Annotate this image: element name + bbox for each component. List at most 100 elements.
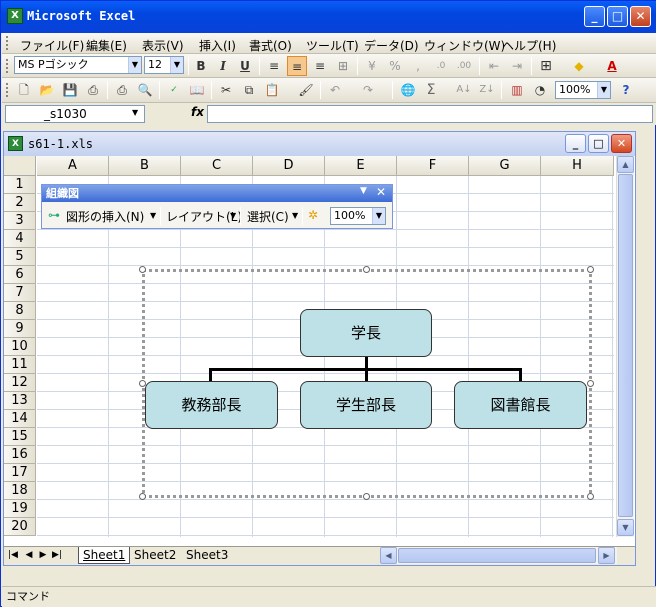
row-header[interactable]: 5 bbox=[4, 248, 36, 266]
resize-handle[interactable] bbox=[363, 493, 370, 500]
row-header[interactable]: 3 bbox=[4, 212, 36, 230]
resize-handle[interactable] bbox=[139, 493, 146, 500]
fill-color-icon[interactable]: ◆ bbox=[569, 56, 589, 76]
new-file-icon[interactable]: 🗋 bbox=[14, 80, 34, 100]
resize-handle[interactable] bbox=[139, 266, 146, 273]
resize-handle[interactable] bbox=[587, 266, 594, 273]
row-header[interactable]: 19 bbox=[4, 500, 36, 518]
resize-handle[interactable] bbox=[587, 493, 594, 500]
autoformat-icon[interactable]: ✲ bbox=[308, 208, 318, 222]
horizontal-scroll-thumb[interactable] bbox=[398, 548, 596, 563]
print-icon[interactable]: ⎙ bbox=[112, 80, 132, 100]
open-folder-icon[interactable]: 📂 bbox=[37, 80, 57, 100]
row-header[interactable]: 20 bbox=[4, 518, 36, 536]
hyperlink-icon[interactable]: 🌐 bbox=[398, 80, 418, 100]
vertical-scroll-thumb[interactable] bbox=[618, 174, 633, 517]
sheet-tab-1[interactable]: Sheet1 bbox=[78, 547, 131, 564]
minimize-button[interactable]: _ bbox=[584, 6, 605, 27]
prev-sheet-icon[interactable]: ◀ bbox=[24, 550, 34, 560]
column-header[interactable]: B bbox=[109, 156, 181, 176]
toolbar-grip[interactable] bbox=[6, 59, 9, 73]
row-header[interactable]: 6 bbox=[4, 266, 36, 284]
permission-icon[interactable]: ⎙ bbox=[83, 80, 103, 100]
autosum-icon[interactable]: Σ bbox=[421, 80, 441, 100]
font-color-icon[interactable]: A bbox=[602, 56, 622, 76]
formula-input[interactable] bbox=[207, 105, 653, 123]
excel-app-icon[interactable]: X bbox=[7, 8, 23, 24]
scroll-down-icon[interactable]: ▼ bbox=[617, 519, 634, 536]
chevron-down-icon[interactable]: ▼ bbox=[170, 57, 183, 73]
menu-insert[interactable]: 挿入(I) bbox=[195, 35, 240, 56]
currency-icon[interactable]: ¥ bbox=[362, 56, 382, 76]
decrease-indent-icon[interactable]: ⇤ bbox=[484, 56, 504, 76]
column-header[interactable]: A bbox=[37, 156, 109, 176]
row-header[interactable]: 14 bbox=[4, 410, 36, 428]
underline-button[interactable]: U bbox=[235, 56, 255, 76]
scroll-up-icon[interactable]: ▲ bbox=[617, 156, 634, 173]
name-box[interactable]: _s1030 bbox=[5, 105, 145, 123]
insert-shape-button[interactable]: 図形の挿入(N) bbox=[66, 208, 144, 225]
last-sheet-icon[interactable]: ▶| bbox=[52, 550, 62, 560]
save-icon[interactable]: 💾 bbox=[60, 80, 80, 100]
row-header[interactable]: 15 bbox=[4, 428, 36, 446]
chevron-down-icon[interactable]: ▼ bbox=[597, 82, 610, 98]
copy-icon[interactable]: ⧉ bbox=[239, 80, 259, 100]
increase-indent-icon[interactable]: ⇥ bbox=[507, 56, 527, 76]
menu-data[interactable]: データ(D) bbox=[360, 35, 423, 56]
maximize-button[interactable]: □ bbox=[607, 6, 628, 27]
column-header[interactable]: H bbox=[541, 156, 614, 176]
zoom-combo[interactable]: 100% ▼ bbox=[555, 81, 611, 99]
org-zoom-combo[interactable]: 100% ▼ bbox=[330, 207, 386, 225]
merge-center-icon[interactable]: ⊞ bbox=[333, 56, 353, 76]
row-header[interactable]: 4 bbox=[4, 230, 36, 248]
row-header[interactable]: 9 bbox=[4, 320, 36, 338]
chevron-down-icon[interactable]: ▼ bbox=[128, 57, 141, 73]
row-header[interactable]: 13 bbox=[4, 392, 36, 410]
resize-handle[interactable] bbox=[587, 380, 594, 387]
row-header[interactable]: 10 bbox=[4, 338, 36, 356]
print-preview-icon[interactable]: 🔍 bbox=[135, 80, 155, 100]
sort-descending-icon[interactable]: Z↓ bbox=[477, 80, 497, 100]
column-header[interactable]: F bbox=[397, 156, 469, 176]
workbook-restore-button[interactable]: □ bbox=[588, 134, 609, 153]
italic-button[interactable]: I bbox=[213, 56, 233, 76]
row-header[interactable]: 8 bbox=[4, 302, 36, 320]
scroll-left-icon[interactable]: ◀ bbox=[380, 547, 397, 564]
column-header[interactable]: D bbox=[253, 156, 325, 176]
scroll-right-icon[interactable]: ▶ bbox=[598, 547, 615, 564]
chart-wizard-icon[interactable]: ▥ bbox=[507, 80, 527, 100]
redo-icon[interactable]: ↷ bbox=[358, 80, 378, 100]
sheet-tab-2[interactable]: Sheet2 bbox=[130, 547, 180, 564]
workbook-minimize-button[interactable]: _ bbox=[565, 134, 586, 153]
row-header[interactable]: 17 bbox=[4, 464, 36, 482]
sort-ascending-icon[interactable]: A↓ bbox=[454, 80, 474, 100]
menu-file[interactable]: ファイル(F) bbox=[16, 35, 88, 56]
next-sheet-icon[interactable]: ▶ bbox=[38, 550, 48, 560]
org-node-root[interactable]: 学長 bbox=[300, 309, 432, 357]
menu-tools[interactable]: ツール(T) bbox=[302, 35, 363, 56]
align-center-icon[interactable]: ≡ bbox=[287, 56, 307, 76]
org-node-child[interactable]: 図書館長 bbox=[454, 381, 587, 429]
undo-icon[interactable]: ↶ bbox=[325, 80, 345, 100]
bold-button[interactable]: B bbox=[191, 56, 211, 76]
row-header[interactable]: 7 bbox=[4, 284, 36, 302]
format-painter-icon[interactable]: 🖌 bbox=[296, 80, 316, 100]
column-header[interactable]: C bbox=[181, 156, 253, 176]
column-header[interactable]: E bbox=[325, 156, 397, 176]
research-icon[interactable]: 📖 bbox=[187, 80, 207, 100]
select-all-corner[interactable] bbox=[4, 156, 36, 176]
row-header[interactable]: 16 bbox=[4, 446, 36, 464]
comma-button[interactable]: , bbox=[408, 56, 428, 76]
toolbar-grip[interactable] bbox=[6, 83, 9, 97]
font-name-combo[interactable]: MS Pゴシック ▼ bbox=[14, 56, 142, 74]
org-node-child[interactable]: 教務部長 bbox=[145, 381, 278, 429]
close-button[interactable]: ✕ bbox=[630, 6, 651, 27]
vertical-scrollbar[interactable]: ▲ ▼ bbox=[616, 156, 634, 537]
first-sheet-icon[interactable]: |◀ bbox=[8, 550, 18, 560]
decrease-decimal-icon[interactable]: .00 bbox=[454, 56, 474, 76]
chevron-down-icon[interactable]: ▼ bbox=[292, 211, 298, 220]
menu-view[interactable]: 表示(V) bbox=[138, 35, 188, 56]
paste-icon[interactable]: 📋 bbox=[262, 80, 282, 100]
row-header[interactable]: 2 bbox=[4, 194, 36, 212]
workbook-close-button[interactable]: ✕ bbox=[611, 134, 632, 153]
